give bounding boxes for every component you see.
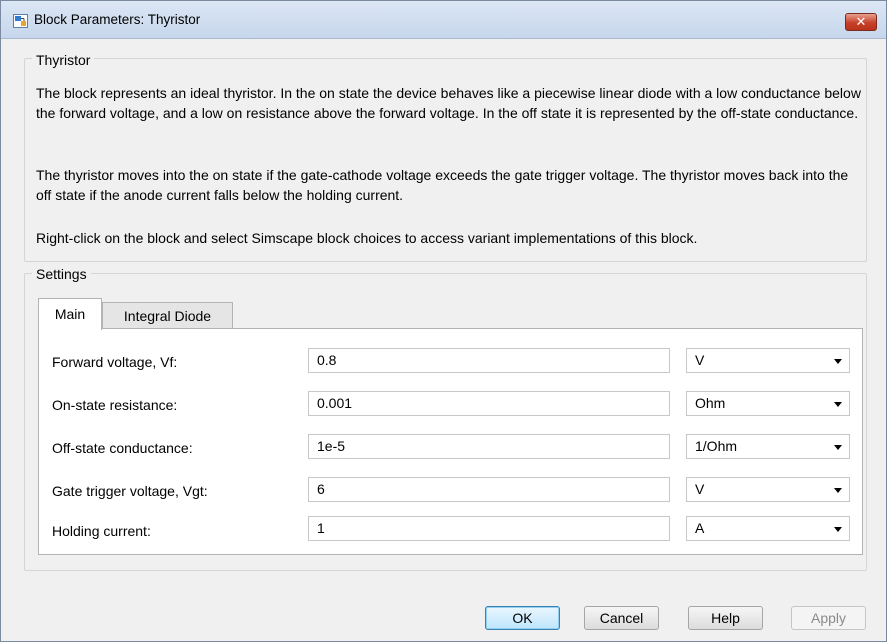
forward-voltage-unit: V bbox=[695, 352, 705, 368]
cancel-button[interactable]: Cancel bbox=[584, 606, 659, 630]
holding-current-field[interactable]: 1 bbox=[308, 516, 670, 541]
description-paragraph-1: The block represents an ideal thyristor.… bbox=[36, 85, 861, 121]
forward-voltage-label: Forward voltage, Vf: bbox=[52, 354, 178, 370]
ok-button[interactable]: OK bbox=[485, 606, 560, 630]
settings-group-label: Settings bbox=[32, 266, 91, 282]
on-state-resistance-unit-select[interactable]: Ohm bbox=[686, 391, 850, 416]
apply-button[interactable]: Apply bbox=[791, 606, 866, 630]
on-state-resistance-unit: Ohm bbox=[695, 395, 726, 411]
holding-current-label: Holding current: bbox=[52, 523, 151, 539]
chevron-down-icon bbox=[834, 488, 842, 493]
help-button[interactable]: Help bbox=[688, 606, 763, 630]
chevron-down-icon bbox=[834, 359, 842, 364]
description-paragraph-2: The thyristor moves into the on state if… bbox=[36, 167, 849, 203]
off-state-conductance-unit-select[interactable]: 1/Ohm bbox=[686, 434, 850, 459]
chevron-down-icon bbox=[834, 402, 842, 407]
tab-integral-diode[interactable]: Integral Diode bbox=[102, 302, 233, 329]
tab-main[interactable]: Main bbox=[38, 298, 102, 330]
description-paragraph-3: Right-click on the block and select Sims… bbox=[36, 230, 698, 246]
gate-trigger-voltage-label: Gate trigger voltage, Vgt: bbox=[52, 483, 208, 499]
chevron-down-icon bbox=[834, 445, 842, 450]
forward-voltage-unit-select[interactable]: V bbox=[686, 348, 850, 373]
title-bar[interactable]: Block Parameters: Thyristor ✕ bbox=[1, 1, 886, 39]
close-button[interactable]: ✕ bbox=[845, 13, 877, 31]
holding-current-unit: A bbox=[695, 520, 705, 536]
off-state-conductance-field[interactable]: 1e-5 bbox=[308, 434, 670, 459]
on-state-resistance-field[interactable]: 0.001 bbox=[308, 391, 670, 416]
gate-trigger-voltage-unit: V bbox=[695, 481, 705, 497]
gate-trigger-voltage-field[interactable]: 6 bbox=[308, 477, 670, 502]
simulink-block-icon bbox=[13, 14, 28, 28]
close-icon: ✕ bbox=[855, 14, 867, 29]
window-title: Block Parameters: Thyristor bbox=[34, 12, 201, 27]
block-group-label: Thyristor bbox=[32, 52, 95, 68]
dialog-window: Block Parameters: Thyristor ✕ Thyristor … bbox=[0, 0, 887, 642]
chevron-down-icon bbox=[834, 527, 842, 532]
gate-trigger-voltage-unit-select[interactable]: V bbox=[686, 477, 850, 502]
off-state-conductance-label: Off-state conductance: bbox=[52, 440, 193, 456]
tab-main-label: Main bbox=[54, 306, 86, 322]
tab-integral-diode-label: Integral Diode bbox=[123, 308, 212, 324]
off-state-conductance-unit: 1/Ohm bbox=[695, 438, 738, 454]
forward-voltage-field[interactable]: 0.8 bbox=[308, 348, 670, 373]
holding-current-unit-select[interactable]: A bbox=[686, 516, 850, 541]
on-state-resistance-label: On-state resistance: bbox=[52, 397, 178, 413]
